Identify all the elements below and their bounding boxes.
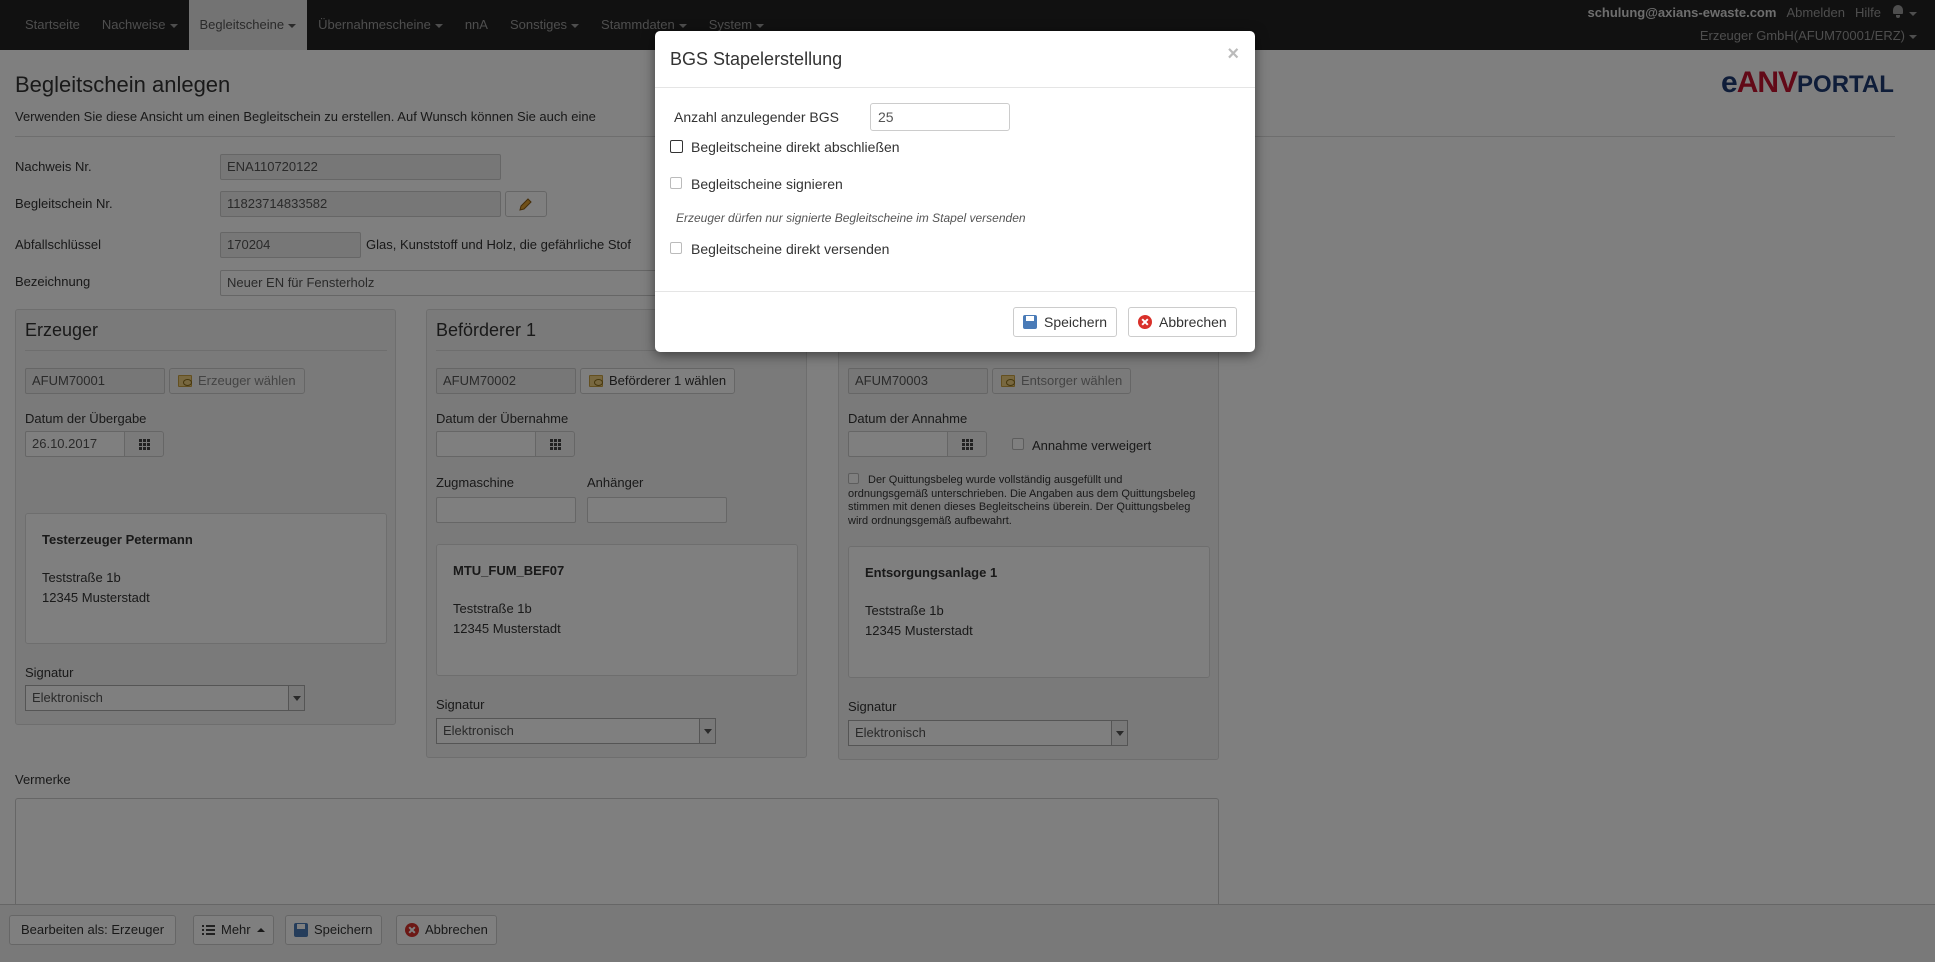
divider bbox=[655, 291, 1255, 292]
floppy-disk-icon bbox=[1023, 315, 1037, 329]
signieren-label: Begleitscheine signieren bbox=[691, 176, 843, 192]
sign-hint: Erzeuger dürfen nur signierte Begleitsch… bbox=[676, 211, 1026, 225]
direkt-versenden-checkbox[interactable] bbox=[670, 242, 682, 254]
signieren-checkbox[interactable] bbox=[670, 177, 682, 189]
direkt-versenden-label: Begleitscheine direkt versenden bbox=[691, 241, 890, 257]
direkt-abschliessen-checkbox[interactable] bbox=[670, 140, 683, 153]
close-icon[interactable]: × bbox=[1227, 43, 1239, 66]
modal-title: BGS Stapelerstellung bbox=[670, 49, 843, 69]
button-label: Speichern bbox=[1044, 314, 1108, 330]
modal-save-button[interactable]: Speichern bbox=[1013, 307, 1118, 337]
modal-cancel-button[interactable]: Abbrechen bbox=[1128, 307, 1237, 337]
cancel-circle-icon bbox=[1138, 315, 1152, 329]
count-label: Anzahl anzulegender BGS bbox=[674, 109, 839, 125]
app-window: Startseite Nachweise Begleitscheine Über… bbox=[0, 0, 1935, 962]
count-input[interactable]: 25 bbox=[870, 103, 1010, 131]
button-label: Abbrechen bbox=[1159, 314, 1227, 330]
divider bbox=[655, 87, 1255, 88]
bgs-stapel-dialog: BGS Stapelerstellung × Anzahl anzulegend… bbox=[655, 31, 1255, 352]
direkt-abschliessen-label: Begleitscheine direkt abschließen bbox=[691, 139, 900, 155]
